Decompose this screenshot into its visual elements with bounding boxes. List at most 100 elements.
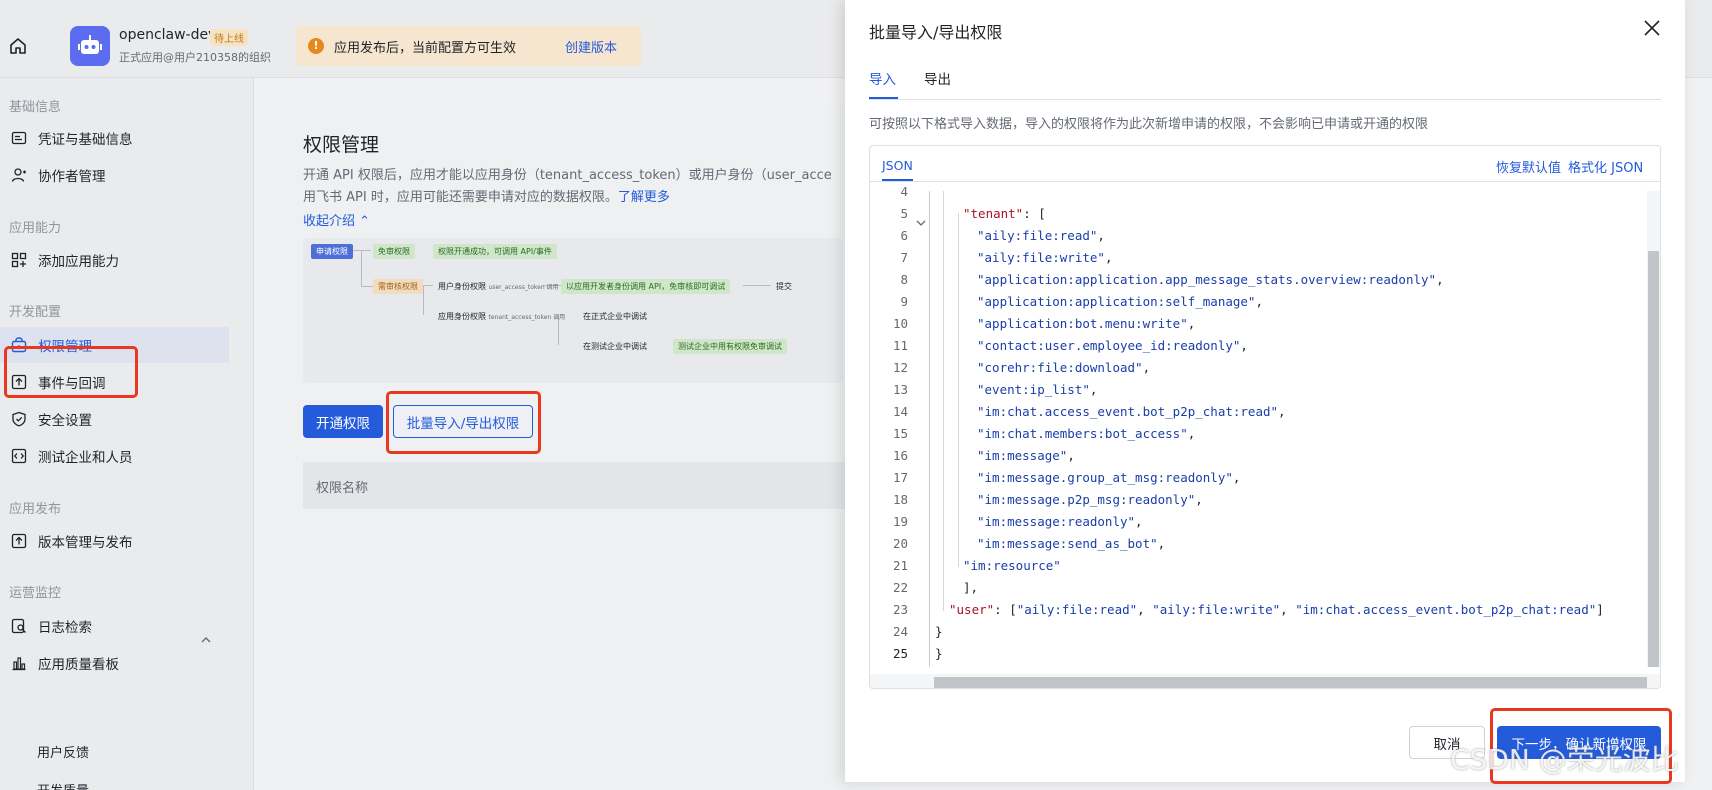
code-text: "application:bot.menu:write", (977, 316, 1196, 331)
tab-export[interactable]: 导出 (924, 68, 951, 88)
flow-node: 用户身份权限 user_access_token 调用 (433, 279, 564, 294)
permission-flow-diagram: 申请权限 免审权限 权限开通成功，可调用 API/事件 需审核权限 用户身份权限… (303, 238, 843, 383)
watermark-text: CSDN @荣光波比 (1450, 743, 1679, 776)
code-line: 5 "tenant": [ (870, 203, 1630, 225)
flow-node: 以应用开发者身份调用 API，免审核即可调试 (561, 279, 731, 294)
code-text: "application:application.app_message_sta… (977, 272, 1444, 287)
highlight-box (4, 346, 138, 398)
code-line: 24} (870, 621, 1630, 643)
sidebar-item-label: 版本管理与发布 (38, 535, 133, 551)
sidebar-item-label: 协作者管理 (38, 169, 106, 185)
sidebar-group: 运营监控 (9, 586, 62, 601)
line-number: 9 (900, 294, 908, 309)
sidebar-item-label: 测试企业和人员 (38, 450, 133, 466)
id-card-icon (11, 131, 27, 145)
sidebar-item-versions[interactable]: 版本管理与发布 (0, 523, 229, 559)
collapse-intro-link[interactable]: 收起介绍 ⌃ (303, 210, 370, 229)
line-number: 7 (900, 250, 908, 265)
sidebar-sub-feedback[interactable]: 用户反馈 (37, 742, 89, 761)
code-line: 6 "aily:file:read", (870, 225, 1630, 247)
desc-line-2: 用飞书 API 时，应用可能还需要申请对应的数据权限。了解更多 (303, 187, 848, 209)
code-text: "im:chat.members:bot_access", (977, 426, 1196, 441)
line-number: 8 (900, 272, 908, 287)
flow-node: 在测试企业中调试 (583, 342, 647, 351)
drawer-tabs: 导入 导出 (869, 60, 1661, 100)
collapse-label: 收起介绍 (303, 214, 356, 229)
editor-toolbar: JSON 恢复默认值 格式化 JSON (870, 146, 1660, 182)
sidebar-group: 开发配置 (9, 305, 62, 320)
code-text: "corehr:file:download", (977, 360, 1151, 375)
code-text: "aily:file:read", (977, 228, 1105, 243)
json-editor[interactable]: JSON 恢复默认值 格式化 JSON 4 5 "tenant": [ 6 "aily:… (869, 145, 1661, 689)
sidebar-sub-dev-quality[interactable]: 开发质量 (37, 780, 89, 790)
horizontal-scroll-thumb[interactable] (934, 677, 1647, 688)
flow-node: 应用身份权限 tenant_access_token 调用 (433, 309, 570, 324)
chevron-up-icon: ⌃ (359, 214, 371, 229)
line-number: 5 (900, 206, 908, 221)
sidebar-item-label: 凭证与基础信息 (38, 132, 133, 148)
app-avatar[interactable] (70, 26, 110, 66)
restore-default-button[interactable]: 恢复默认值 (1496, 157, 1561, 176)
user-add-icon (11, 168, 26, 182)
code-text: "im:chat.access_event.bot_p2p_chat:read"… (977, 404, 1286, 419)
line-number: 17 (892, 470, 908, 485)
code-text: "im:message", (977, 448, 1075, 463)
line-number: 13 (892, 382, 908, 397)
upload-box-icon (11, 533, 27, 549)
sidebar-item-security[interactable]: 安全设置 (0, 401, 229, 437)
tab-json[interactable]: JSON (882, 158, 913, 173)
active-tab-indicator (869, 97, 898, 99)
permission-table-header: 权限名称 (303, 462, 848, 509)
learn-more-link[interactable]: 了解更多 (618, 190, 670, 205)
code-line: 15 "im:chat.members:bot_access", (870, 423, 1630, 445)
code-text: "event:ip_list", (977, 382, 1098, 397)
code-line: 22], (870, 577, 1630, 599)
format-json-button[interactable]: 格式化 JSON (1568, 157, 1643, 176)
code-line: 21 "im:resource" (870, 555, 1630, 577)
app-org: 正式应用@用户210358的组织 (119, 51, 271, 64)
line-number: 6 (900, 228, 908, 243)
line-number: 4 (900, 184, 908, 199)
app-status-badge: 待上线 (210, 29, 248, 46)
flow-label: 用户身份权限 (438, 282, 486, 291)
sidebar-item-collaborators[interactable]: 协作者管理 (0, 157, 229, 193)
open-permission-button[interactable]: 开通权限 (303, 405, 383, 438)
sidebar-item-test-tenant[interactable]: 测试企业和人员 (0, 438, 229, 474)
code-text: "im:message:send_as_bot", (977, 536, 1166, 551)
sidebar-item-quality[interactable]: 应用质量看板 (0, 645, 229, 681)
code-area[interactable]: 4 5 "tenant": [6 "aily:file:read", 7 "aily:fi… (870, 184, 1660, 667)
sidebar-item-logs[interactable]: 日志检索 (0, 608, 229, 644)
scroll-thumb[interactable] (1648, 251, 1659, 667)
sidebar-group: 基础信息 (9, 100, 62, 115)
code-line: 16 "im:message", (870, 445, 1630, 467)
highlight-box (386, 391, 541, 454)
code-text: "contact:user.employee_id:readonly", (977, 338, 1248, 353)
sidebar-item-credentials[interactable]: 凭证与基础信息 (0, 120, 229, 156)
sidebar-group: 应用能力 (9, 221, 62, 236)
desc-line: 开通 API 权限后，应用才能以应用身份（tenant_access_token… (303, 168, 832, 183)
line-number: 23 (892, 602, 908, 617)
line-number: 25 (892, 646, 908, 661)
code-line: 17 "im:message.group_at_msg:readonly", (870, 467, 1630, 489)
line-number: 14 (892, 404, 908, 419)
home-icon[interactable] (8, 36, 28, 56)
code-line: 13 "event:ip_list", (870, 379, 1630, 401)
code-line: 19 "im:message:readonly", (870, 511, 1630, 533)
flow-node: 权限开通成功，可调用 API/事件 (433, 244, 557, 259)
vertical-scrollbar[interactable] (1647, 191, 1660, 667)
sidebar-item-label: 日志检索 (38, 620, 92, 636)
code-text: } (935, 646, 943, 661)
chevron-up-icon[interactable] (200, 634, 212, 646)
code-line: 4 (870, 181, 1630, 203)
close-icon[interactable] (1642, 18, 1662, 38)
sidebar-item-add-capability[interactable]: 添加应用能力 (0, 242, 229, 278)
flow-node: 提交 (776, 282, 792, 291)
page-title: 权限管理 (303, 134, 380, 156)
code-line: 12 "corehr:file:download", (870, 357, 1630, 379)
line-number: 10 (892, 316, 908, 331)
column-header: 权限名称 (316, 481, 369, 496)
tab-import[interactable]: 导入 (869, 68, 896, 88)
create-version-link[interactable]: 创建版本 (565, 37, 617, 56)
line-number: 18 (892, 492, 908, 507)
code-line: 10 "application:bot.menu:write", (870, 313, 1630, 335)
